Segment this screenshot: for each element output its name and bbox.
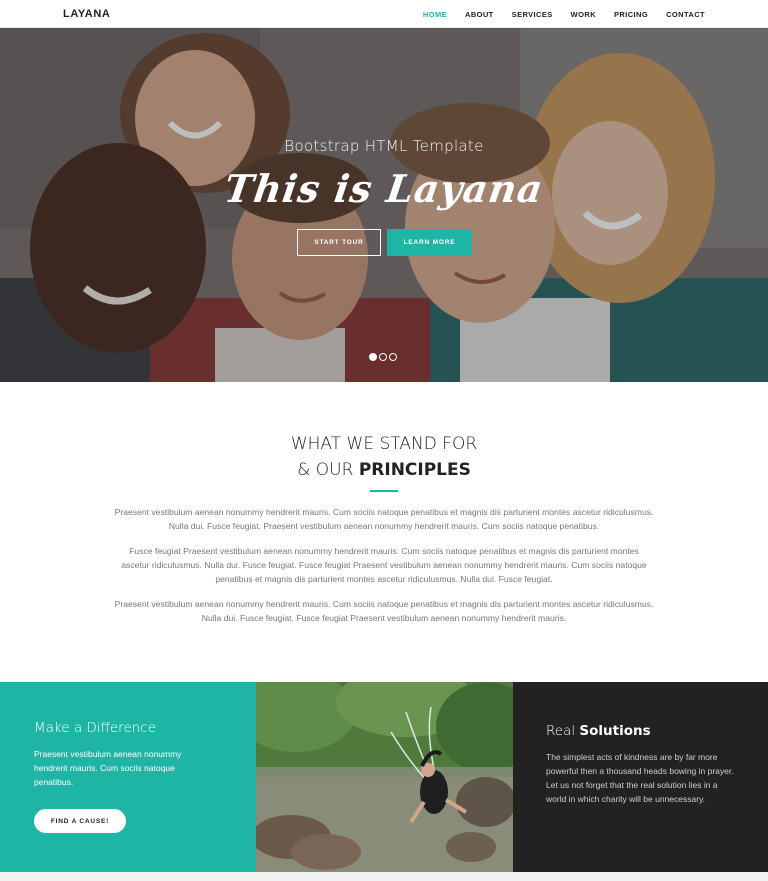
start-tour-button[interactable]: START TOUR bbox=[297, 229, 381, 256]
real-solutions-title-prefix: Real bbox=[546, 723, 580, 739]
carousel-dot-2[interactable] bbox=[379, 353, 387, 361]
nav-item-home[interactable]: HOME bbox=[423, 10, 447, 19]
make-a-difference-block: Make a Difference Praesent vestibulum ae… bbox=[0, 682, 256, 872]
nav-item-about[interactable]: ABOUT bbox=[465, 10, 494, 19]
principles-heading: WHAT WE STAND FOR & OUR PRINCIPLES bbox=[0, 431, 768, 483]
principles-paragraph-1: Praesent vestibulum aenean nonummy hendr… bbox=[114, 507, 654, 531]
hero-subtitle: Bootstrap HTML Template bbox=[284, 137, 484, 155]
real-solutions-title-bold: Solutions bbox=[579, 723, 651, 739]
brand-logo[interactable]: LAYANA bbox=[63, 8, 110, 20]
principles-heading-line1: WHAT WE STAND FOR bbox=[290, 434, 478, 454]
nav-item-pricing[interactable]: PRICING bbox=[614, 10, 648, 19]
heading-divider bbox=[370, 490, 398, 492]
real-solutions-block: Real Solutions The simplest acts of kind… bbox=[513, 682, 768, 872]
principles-paragraph-2: Fusce feugiat Praesent vestibulum aenean… bbox=[121, 546, 647, 584]
principles-heading-line2: & OUR PRINCIPLES bbox=[0, 457, 768, 483]
make-a-difference-title: Make a Difference bbox=[34, 720, 157, 736]
splash-photo bbox=[256, 682, 513, 872]
navbar: LAYANA HOME ABOUT SERVICES WORK PRICING … bbox=[0, 0, 768, 28]
principles-paragraph-3: Praesent vestibulum aenean nonummy hendr… bbox=[114, 599, 654, 623]
hero-section: Bootstrap HTML Template This is Layana S… bbox=[0, 28, 768, 382]
real-solutions-title: Real Solutions bbox=[546, 723, 651, 739]
carousel-dot-1[interactable] bbox=[369, 353, 377, 361]
principles-heading-bold: PRINCIPLES bbox=[358, 460, 471, 480]
make-a-difference-text: Praesent vestibulum aenean nonummy hendr… bbox=[34, 749, 182, 787]
nav-menu: HOME ABOUT SERVICES WORK PRICING CONTACT bbox=[423, 10, 705, 19]
real-solutions-text: The simplest acts of kindness are by far… bbox=[546, 752, 734, 804]
nav-item-contact[interactable]: CONTACT bbox=[666, 10, 705, 19]
learn-more-button[interactable]: LEARN MORE bbox=[387, 229, 472, 256]
principles-heading-prefix: & OUR bbox=[297, 460, 359, 480]
hero-title: This is Layana bbox=[221, 166, 547, 211]
bottom-strip bbox=[0, 872, 768, 881]
nav-item-services[interactable]: SERVICES bbox=[512, 10, 553, 19]
find-a-cause-button[interactable]: FIND A CAUSE! bbox=[34, 809, 126, 833]
carousel-dot-3[interactable] bbox=[389, 353, 397, 361]
river-photo bbox=[256, 682, 513, 872]
carousel-indicators bbox=[369, 353, 397, 361]
nav-item-work[interactable]: WORK bbox=[571, 10, 596, 19]
